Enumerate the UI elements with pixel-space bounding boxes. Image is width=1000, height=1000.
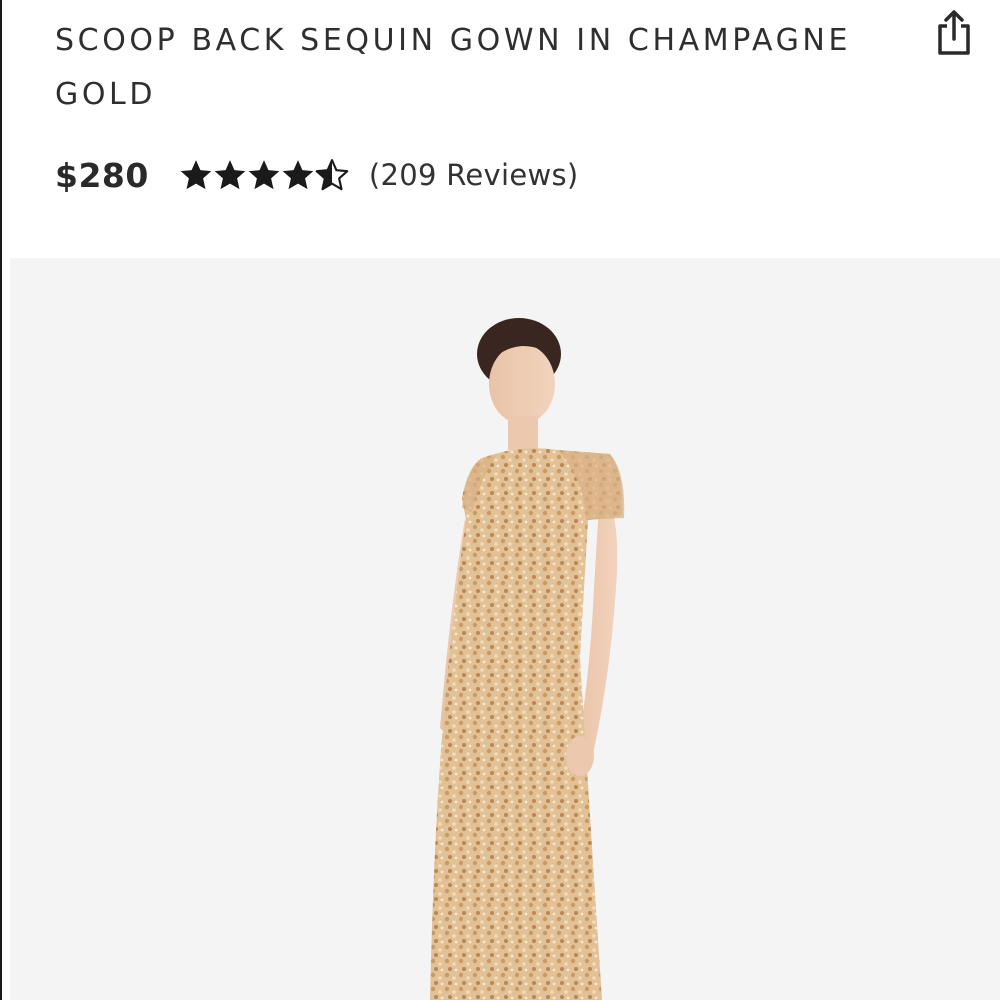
reviews-link[interactable]: (209 Reviews) bbox=[369, 158, 579, 192]
star-icon bbox=[214, 160, 246, 190]
window-edge bbox=[0, 0, 2, 1000]
product-image[interactable] bbox=[10, 258, 1000, 1000]
share-icon bbox=[938, 10, 970, 55]
star-icon bbox=[180, 160, 212, 190]
price-rating-row: $280 (209 Reviews) bbox=[55, 148, 579, 202]
product-price: $280 bbox=[55, 155, 149, 195]
star-icon bbox=[282, 160, 314, 190]
product-photo bbox=[430, 318, 625, 1000]
star-rating[interactable] bbox=[179, 158, 349, 192]
share-button[interactable] bbox=[928, 6, 980, 60]
product-title: SCOOP BACK SEQUIN GOWN IN CHAMPAGNE GOLD bbox=[55, 23, 852, 112]
product-page: SCOOP BACK SEQUIN GOWN IN CHAMPAGNE GOLD… bbox=[0, 0, 1000, 1000]
star-half-icon bbox=[315, 159, 349, 191]
star-icon bbox=[248, 160, 280, 190]
